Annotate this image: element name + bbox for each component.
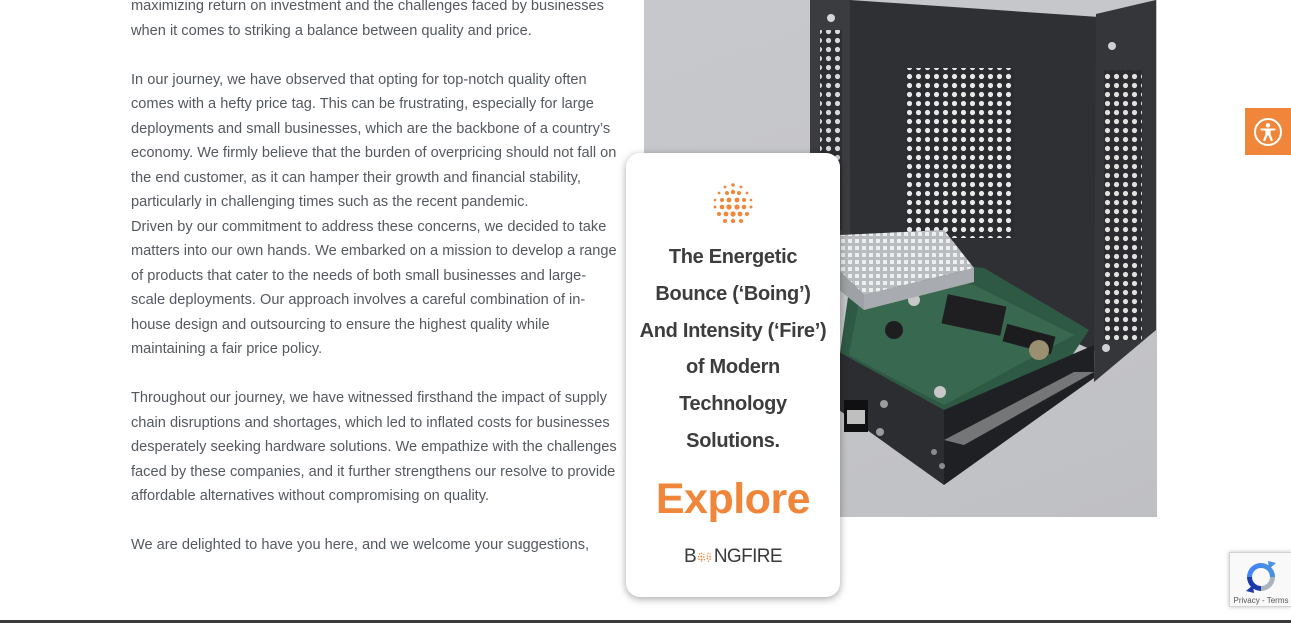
promo-headline: The Energetic Bounce (‘Boing’) And Inten… xyxy=(639,246,827,452)
recaptcha-links: Privacy - Terms xyxy=(1230,596,1291,606)
about-article: maximizing return on investment and the … xyxy=(131,0,617,558)
boingfire-wordmark: B NGFIRE xyxy=(684,546,783,568)
wordmark-letters-ngfire: NGFIRE xyxy=(713,546,783,567)
boingfire-logo-mark-icon xyxy=(713,183,753,224)
wordmark-letter-b: B xyxy=(684,546,697,567)
explore-link[interactable]: Explore xyxy=(626,471,840,527)
article-paragraph: Throughout our journey, we have witnesse… xyxy=(131,390,617,504)
recaptcha-logo-icon xyxy=(1246,561,1276,593)
page: maximizing return on investment and the … xyxy=(0,0,1291,623)
accessibility-icon xyxy=(1254,117,1282,146)
recaptcha-privacy-link[interactable]: Privacy xyxy=(1234,596,1260,605)
article-paragraph: Driven by our commitment to address thes… xyxy=(131,218,617,358)
recaptcha-badge[interactable]: Privacy - Terms xyxy=(1229,552,1291,607)
article-paragraph: maximizing return on investment and the … xyxy=(131,0,604,39)
recaptcha-terms-link[interactable]: Terms xyxy=(1267,596,1289,605)
article-paragraph: We are delighted to have you here, and w… xyxy=(131,537,590,553)
wordmark-oi-dots-icon xyxy=(697,552,712,562)
accessibility-toolbar-button[interactable] xyxy=(1245,108,1291,155)
article-paragraph: In our journey, we have observed that op… xyxy=(131,71,617,211)
recaptcha-separator: - xyxy=(1259,596,1267,605)
promo-card[interactable]: The Energetic Bounce (‘Boing’) And Inten… xyxy=(626,153,840,597)
